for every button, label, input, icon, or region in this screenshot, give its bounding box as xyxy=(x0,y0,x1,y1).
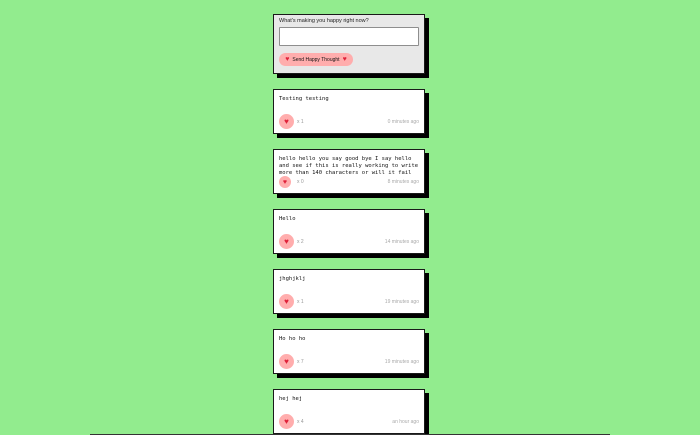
send-happy-thought-button[interactable]: ♥ Send Happy Thought ♥ xyxy=(279,53,353,66)
timestamp: 19 minutes ago xyxy=(384,299,419,305)
timestamp: an hour ago xyxy=(392,419,419,425)
thought-card: Ho ho ho ♥ x 7 19 minutes ago xyxy=(273,329,425,374)
like-count: x 1 xyxy=(297,299,304,305)
heart-icon: ♥ xyxy=(285,56,290,63)
thought-message: jhghjklj xyxy=(279,276,306,282)
heart-icon: ♥ xyxy=(282,178,288,186)
heart-icon: ♥ xyxy=(284,356,289,366)
like-button[interactable]: ♥ xyxy=(279,114,294,129)
thought-card: jhghjklj ♥ x 1 19 minutes ago xyxy=(273,269,425,314)
heart-icon: ♥ xyxy=(342,56,347,63)
like-button[interactable]: ♥ xyxy=(279,414,294,429)
thought-card: Testing testing ♥ x 1 0 minutes ago xyxy=(273,89,425,134)
thought-message: Ho ho ho xyxy=(279,336,306,342)
heart-icon: ♥ xyxy=(284,416,289,426)
heart-icon: ♥ xyxy=(284,296,289,306)
like-button[interactable]: ♥ xyxy=(279,234,294,249)
like-count: x 7 xyxy=(297,359,304,365)
form-prompt: What's making you happy right now? xyxy=(279,18,369,24)
heart-icon: ♥ xyxy=(284,236,289,246)
timestamp: 14 minutes ago xyxy=(384,239,419,245)
timestamp: 8 minutes ago xyxy=(387,179,419,185)
thought-message: hej hej xyxy=(279,396,303,402)
heart-icon: ♥ xyxy=(284,116,289,126)
like-button[interactable]: ♥ xyxy=(279,354,294,369)
happy-thought-form: What's making you happy right now? ♥ Sen… xyxy=(273,14,425,74)
thought-message: Testing testing xyxy=(279,96,329,102)
like-button[interactable]: ♥ xyxy=(279,176,291,188)
thought-input[interactable] xyxy=(279,27,419,46)
like-count: x 1 xyxy=(297,119,304,125)
thought-message: hello hello you say good bye I say hello… xyxy=(279,156,422,176)
like-count: x 4 xyxy=(297,419,304,425)
send-button-label: Send Happy Thought xyxy=(292,56,340,63)
thought-message: Hello xyxy=(279,216,296,222)
like-count: x 0 xyxy=(297,179,304,185)
thought-card: Hello ♥ x 2 14 minutes ago xyxy=(273,209,425,254)
thought-card: hej hej ♥ x 4 an hour ago xyxy=(273,389,425,434)
thought-card: hello hello you say good bye I say hello… xyxy=(273,149,425,194)
timestamp: 19 minutes ago xyxy=(384,359,419,365)
timestamp: 0 minutes ago xyxy=(387,119,419,125)
like-count: x 2 xyxy=(297,239,304,245)
like-button[interactable]: ♥ xyxy=(279,294,294,309)
